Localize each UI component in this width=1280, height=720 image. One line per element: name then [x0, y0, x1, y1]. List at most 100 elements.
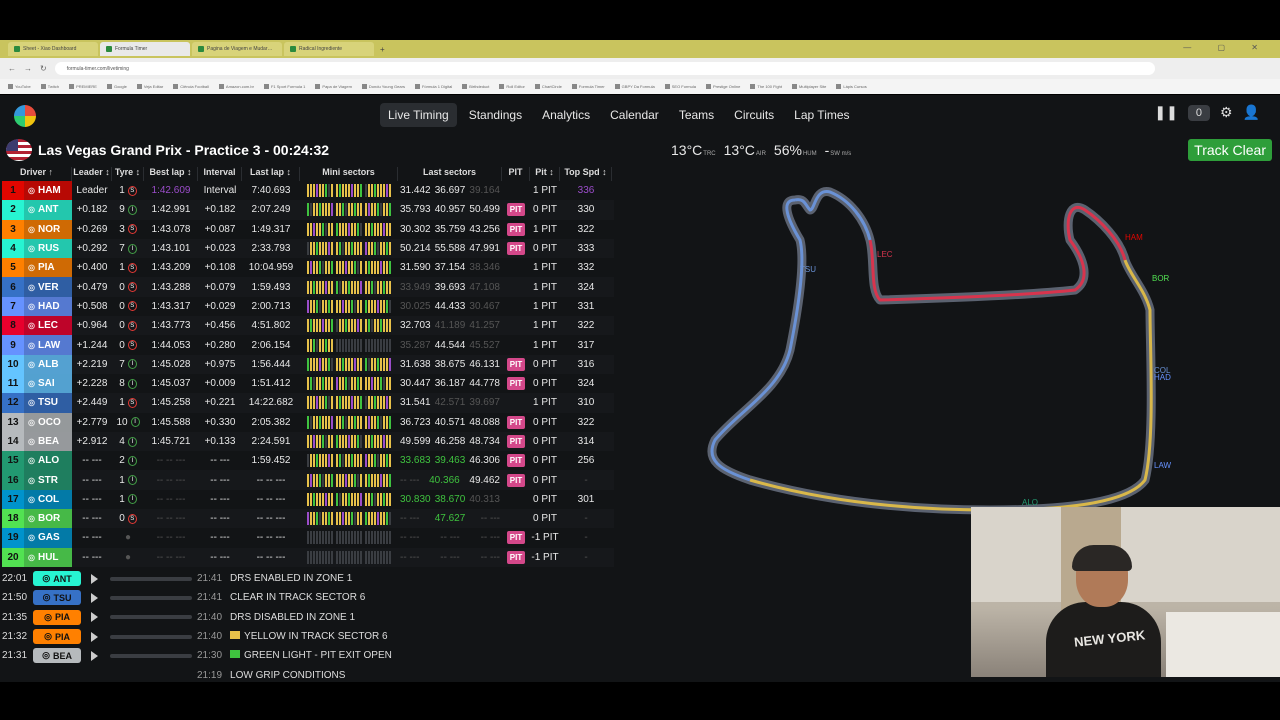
- driver-cell[interactable]: 13 ◎ OCO: [2, 412, 72, 432]
- nav-link-calendar[interactable]: Calendar: [602, 103, 667, 127]
- radio-progress-bar[interactable]: [110, 576, 193, 581]
- url-input[interactable]: formula-timer.com/livetiming: [54, 62, 1155, 75]
- driver-cell[interactable]: 7 ◎ HAD: [2, 296, 72, 317]
- play-icon[interactable]: [91, 573, 99, 584]
- driver-cell[interactable]: 14 ◎ BEA: [2, 431, 72, 452]
- bookmark-item[interactable]: Fórmula 1 Digital: [415, 84, 452, 89]
- team-radio-item[interactable]: 21:35 ◎ PIA: [2, 609, 193, 625]
- column-header[interactable]: Leader ↕: [72, 167, 112, 181]
- bookmark-item[interactable]: Twitch: [41, 84, 59, 89]
- bookmark-item[interactable]: Papa de Viagem: [315, 84, 352, 89]
- driver-cell[interactable]: 12 ◎ TSU: [2, 393, 72, 413]
- table-row[interactable]: 18 ◎ BOR -- --- 0 S -- -- --- -- --- -- -- --- --…: [2, 509, 614, 529]
- column-header[interactable]: PIT: [502, 167, 530, 181]
- team-radio-item[interactable]: 21:50 ◎ TSU: [2, 590, 193, 606]
- column-header[interactable]: Last lap ↕: [242, 167, 300, 181]
- column-header[interactable]: Best lap ↕: [144, 167, 198, 181]
- team-radio-item[interactable]: 21:32 ◎ PIA: [2, 629, 193, 645]
- bookmark-item[interactable]: Prestige Online: [706, 84, 740, 89]
- table-row[interactable]: 20 ◎ HUL -- --- ● -- -- --- -- --- -- -- --- -- …: [2, 547, 614, 567]
- pause-icon[interactable]: ❚❚: [1154, 104, 1177, 121]
- browser-tab[interactable]: Pagina de Viagem e Mudar…: [192, 42, 282, 56]
- table-row[interactable]: 13 ◎ OCO +2.779 10 I 1:45.588 +0.330 2:05.382 36.…: [2, 412, 614, 432]
- column-header[interactable]: Mini sectors: [300, 167, 398, 181]
- radio-progress-bar[interactable]: [110, 615, 193, 620]
- driver-cell[interactable]: 16 ◎ STR: [2, 470, 72, 490]
- table-row[interactable]: 5 ◎ PIA +0.400 1 S 1:43.209 +0.108 10:04.959 31.5…: [2, 258, 614, 278]
- nav-link-circuits[interactable]: Circuits: [726, 103, 782, 127]
- play-icon[interactable]: [91, 650, 99, 661]
- driver-cell[interactable]: 15 ◎ ALO: [2, 451, 72, 471]
- table-row[interactable]: 10 ◎ ALB +2.219 7 I 1:45.028 +0.975 1:56.444 31.6…: [2, 354, 614, 374]
- table-row[interactable]: 17 ◎ COL -- --- 1 I -- -- --- -- --- -- -- --- 30…: [2, 489, 614, 510]
- play-icon[interactable]: [91, 612, 99, 623]
- table-row[interactable]: 14 ◎ BEA +2.912 4 I 1:45.721 +0.133 2:24.591 49.5…: [2, 431, 614, 452]
- play-icon[interactable]: [91, 631, 99, 642]
- nav-link-lap-times[interactable]: Lap Times: [786, 103, 857, 127]
- driver-cell[interactable]: 9 ◎ LAW: [2, 335, 72, 355]
- table-row[interactable]: 2 ◎ ANT +0.182 9 I 1:42.991 +0.182 2:07.249 35.79…: [2, 200, 614, 220]
- driver-cell[interactable]: 11 ◎ SAI: [2, 373, 72, 394]
- table-row[interactable]: 4 ◎ RUS +0.292 7 I 1:43.101 +0.023 2:33.793 50.21…: [2, 238, 614, 259]
- table-row[interactable]: 16 ◎ STR -- --- 1 I -- -- --- -- --- -- -- --- --…: [2, 470, 614, 490]
- nav-link-standings[interactable]: Standings: [461, 103, 530, 127]
- bookmark-item[interactable]: SEO Formula: [665, 84, 696, 89]
- bookmark-item[interactable]: Amazon.com.br: [219, 84, 254, 89]
- table-row[interactable]: 1 ◎ HAM Leader 1 S 1:42.609 Interval 7:40.693 31.…: [2, 181, 614, 201]
- nav-link-teams[interactable]: Teams: [671, 103, 722, 127]
- team-radio-item[interactable]: 21:31 ◎ BEA: [2, 648, 193, 664]
- driver-cell[interactable]: 1 ◎ HAM: [2, 181, 72, 201]
- bookmark-item[interactable]: Lápis Cursos: [836, 84, 866, 89]
- table-row[interactable]: 8 ◎ LEC +0.964 0 S 1:43.773 +0.456 4:51.802 32.70…: [2, 316, 614, 336]
- delay-counter[interactable]: 0: [1187, 104, 1210, 121]
- play-icon[interactable]: [91, 592, 99, 603]
- bookmark-item[interactable]: Google: [107, 84, 127, 89]
- table-row[interactable]: 3 ◎ NOR +0.269 3 S 1:43.078 +0.087 1:49.317 30.30…: [2, 219, 614, 239]
- bookmark-item[interactable]: Multiplayer Site: [792, 84, 826, 89]
- table-row[interactable]: 11 ◎ SAI +2.228 8 I 1:45.037 +0.009 1:51.412 30.4…: [2, 373, 614, 394]
- driver-cell[interactable]: 20 ◎ HUL: [2, 547, 72, 567]
- user-icon[interactable]: 👤: [1243, 104, 1260, 121]
- bookmark-item[interactable]: Roll Editor: [499, 84, 524, 89]
- driver-cell[interactable]: 19 ◎ GAS: [2, 528, 72, 548]
- driver-cell[interactable]: 2 ◎ ANT: [2, 200, 72, 220]
- driver-cell[interactable]: 5 ◎ PIA: [2, 258, 72, 278]
- bookmark-item[interactable]: YouTube: [8, 84, 31, 89]
- window-controls-icon[interactable]: — ▢ ✕: [1183, 43, 1270, 52]
- browser-tab[interactable]: Sheet - Xiao Dashboard: [8, 42, 98, 56]
- column-header[interactable]: Last sectors: [398, 167, 502, 181]
- driver-cell[interactable]: 6 ◎ VER: [2, 277, 72, 297]
- driver-cell[interactable]: 3 ◎ NOR: [2, 219, 72, 239]
- column-header[interactable]: Driver ↑: [2, 167, 72, 181]
- driver-cell[interactable]: 18 ◎ BOR: [2, 509, 72, 529]
- bookmark-item[interactable]: GBPY Da Formula: [615, 84, 655, 89]
- radio-progress-bar[interactable]: [110, 634, 193, 639]
- gear-icon[interactable]: ⚙: [1220, 104, 1233, 121]
- reload-icon[interactable]: ↻: [40, 64, 47, 73]
- driver-cell[interactable]: 10 ◎ ALB: [2, 354, 72, 374]
- table-row[interactable]: 15 ◎ ALO -- --- 2 I -- -- --- -- --- 1:59.452 33.…: [2, 451, 614, 471]
- bookmark-item[interactable]: Birthdeduct: [462, 84, 489, 89]
- driver-cell[interactable]: 8 ◎ LEC: [2, 316, 72, 336]
- bookmark-item[interactable]: Formula Timer: [572, 84, 605, 89]
- back-icon[interactable]: ←: [8, 64, 16, 73]
- driver-cell[interactable]: 17 ◎ COL: [2, 489, 72, 510]
- new-tab-icon[interactable]: +: [376, 45, 389, 54]
- bookmark-item[interactable]: Veja Editar: [137, 84, 163, 89]
- bookmark-item[interactable]: Ciência Football: [173, 84, 209, 89]
- column-header[interactable]: Interval: [198, 167, 242, 181]
- radio-progress-bar[interactable]: [110, 595, 193, 600]
- bookmark-item[interactable]: PREMIERE: [69, 84, 97, 89]
- nav-link-live-timing[interactable]: Live Timing: [380, 103, 457, 127]
- bookmark-item[interactable]: Dondu Young Gears: [362, 84, 405, 89]
- table-row[interactable]: 9 ◎ LAW +1.244 0 S 1:44.053 +0.280 2:06.154 35.28…: [2, 335, 614, 355]
- table-row[interactable]: 7 ◎ HAD +0.508 0 S 1:43.317 +0.029 2:00.713 30.02…: [2, 296, 614, 317]
- app-logo-icon[interactable]: [14, 105, 36, 127]
- bookmark-item[interactable]: The 100 Fight: [750, 84, 782, 89]
- browser-tab[interactable]: Formula Timer: [100, 42, 190, 56]
- table-row[interactable]: 6 ◎ VER +0.479 0 S 1:43.288 +0.079 1:59.493 33.94…: [2, 277, 614, 297]
- column-header[interactable]: Top Spd ↕: [560, 167, 612, 181]
- nav-link-analytics[interactable]: Analytics: [534, 103, 598, 127]
- column-header[interactable]: Pit ↕: [530, 167, 560, 181]
- forward-icon[interactable]: →: [24, 64, 32, 73]
